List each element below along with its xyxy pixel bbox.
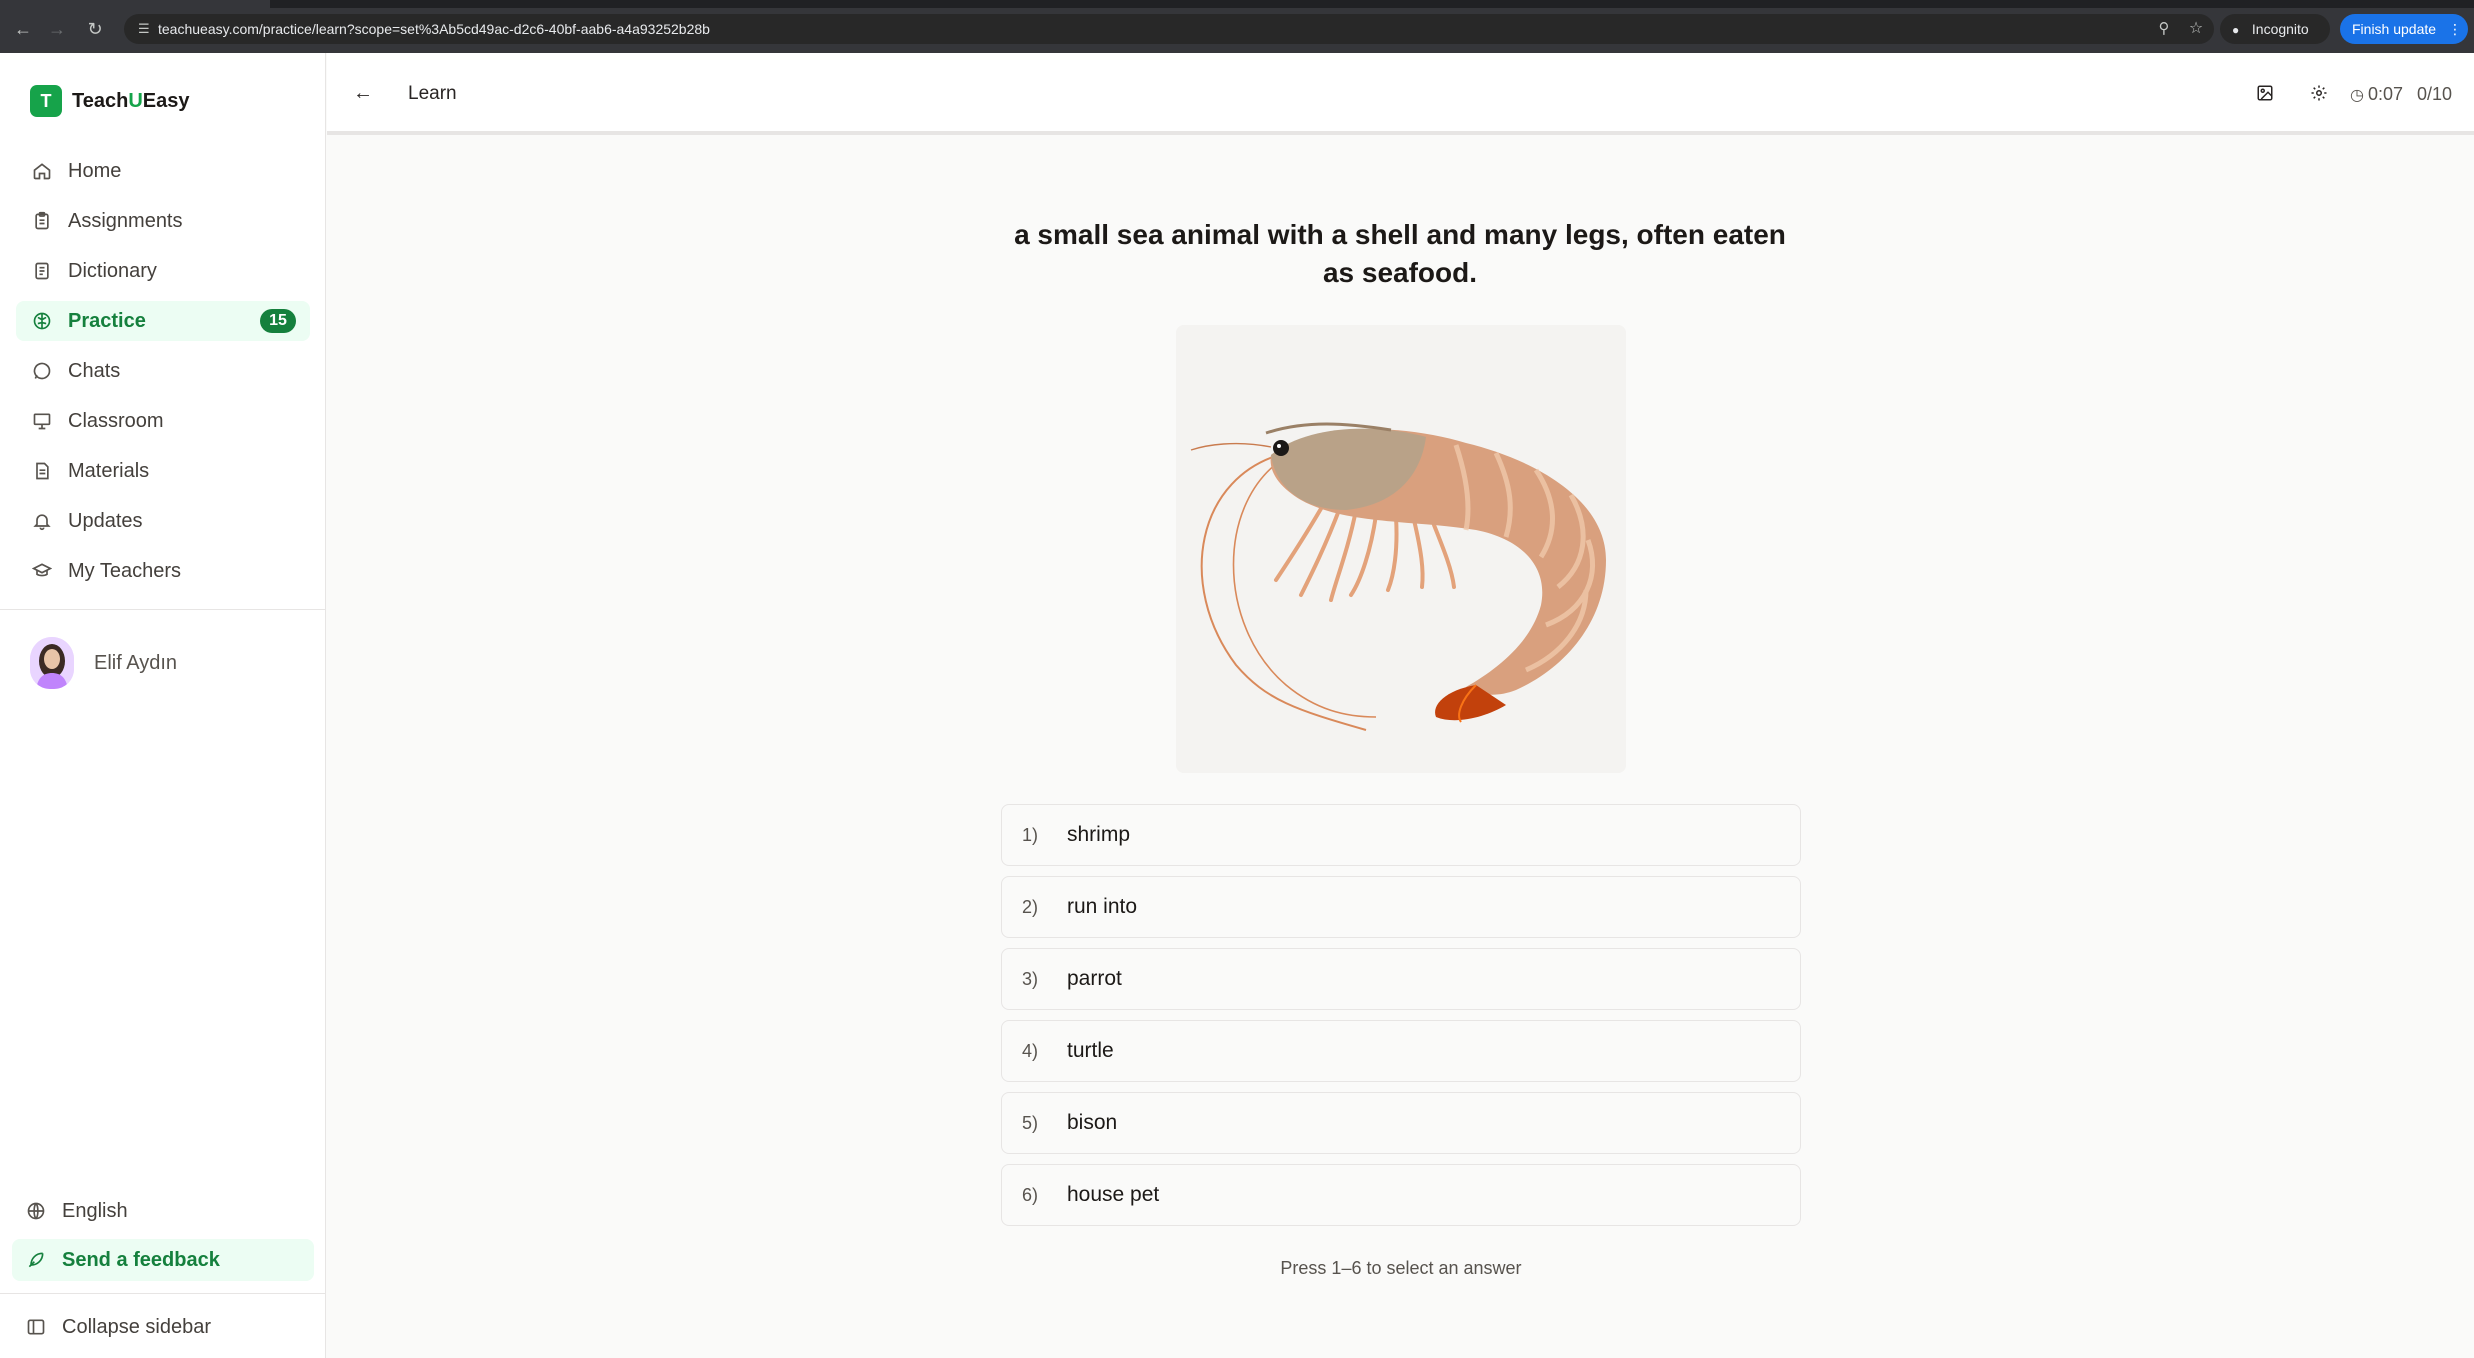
home-icon <box>30 159 54 183</box>
avatar <box>30 637 74 689</box>
zoom-icon[interactable]: ⚲ <box>2154 19 2174 39</box>
sidebar-item-assignments[interactable]: Assignments <box>16 201 310 241</box>
sidebar-item-classroom[interactable]: Classroom <box>16 401 310 441</box>
sidebar-collapse-icon <box>24 1315 48 1339</box>
answer-options: 1) shrimp 2) run into 3) parrot 4) turtl… <box>1001 804 1801 1236</box>
site-info-icon[interactable]: ☰ <box>138 21 154 37</box>
book-icon <box>30 259 54 283</box>
incognito-label: Incognito <box>2251 21 2309 37</box>
sidebar-item-label: Classroom <box>68 409 164 432</box>
progress-count: 0/10 <box>2417 84 2453 104</box>
forward-arrow-icon[interactable]: → <box>46 18 68 40</box>
answer-number: 4) <box>1022 1040 1039 1061</box>
sidebar-divider <box>0 1293 326 1294</box>
answer-number: 6) <box>1022 1184 1039 1205</box>
reload-icon[interactable]: ↻ <box>84 18 106 40</box>
finish-update-label: Finish update <box>2352 21 2437 37</box>
sidebar-item-home[interactable]: Home <box>16 151 310 191</box>
practice-count-badge: 15 <box>260 309 296 333</box>
answer-option-6[interactable]: 6) house pet <box>1001 1164 1801 1226</box>
answer-text: shrimp <box>1067 823 1131 846</box>
bookmark-star-icon[interactable]: ☆ <box>2186 19 2206 39</box>
timer-value: 0:07 <box>2367 84 2404 104</box>
learn-topbar: ← Learn ◷ 0:07 0/10 <box>327 53 2474 135</box>
sidebar-divider <box>0 609 326 610</box>
timer: ◷ 0:07 <box>2350 53 2403 137</box>
language-selector[interactable]: English <box>12 1190 314 1232</box>
address-bar[interactable]: ☰ teachueasy.com/practice/learn?scope=se… <box>124 14 2214 44</box>
answer-text: house pet <box>1067 1183 1160 1206</box>
sidebar-item-practice[interactable]: Practice 15 <box>16 301 310 341</box>
user-profile[interactable]: Elif Aydın <box>30 635 177 691</box>
sidebar-item-label: Home <box>68 159 122 182</box>
send-feedback-label: Send a feedback <box>62 1248 220 1271</box>
question-prompt: a small sea animal with a shell and many… <box>1014 219 1786 288</box>
user-name: Elif Aydın <box>94 651 178 674</box>
globe-icon <box>24 1199 48 1223</box>
brand[interactable]: T TeachUEasy <box>30 85 190 117</box>
send-feedback-button[interactable]: Send a feedback <box>12 1239 314 1281</box>
graduation-cap-icon <box>30 559 54 583</box>
feather-icon <box>24 1248 48 1272</box>
sidebar-nav: Home Assignments Dictionary Practice 15 … <box>16 151 310 601</box>
back-arrow-icon[interactable]: ← <box>351 81 375 105</box>
settings-gear-icon[interactable] <box>2307 81 2331 105</box>
sidebar: T TeachUEasy Home Assignments Dictionary… <box>0 53 326 1358</box>
answer-number: 1) <box>1022 824 1039 845</box>
answer-text: parrot <box>1067 967 1122 990</box>
answer-number: 2) <box>1022 896 1039 917</box>
answer-text: run into <box>1067 895 1138 918</box>
kebab-menu-icon: ⋮ <box>2448 21 2462 37</box>
document-icon <box>30 459 54 483</box>
image-toggle-icon[interactable] <box>2253 81 2277 105</box>
clock-icon: ◷ <box>2350 87 2364 104</box>
question-image <box>1176 325 1626 773</box>
url-text: teachueasy.com/practice/learn?scope=set%… <box>158 21 710 37</box>
brand-name-part: Easy <box>142 89 190 112</box>
page-title: Learn <box>408 83 457 104</box>
answer-text: turtle <box>1067 1039 1114 1062</box>
collapse-sidebar-button[interactable]: Collapse sidebar <box>12 1306 314 1348</box>
answer-option-3[interactable]: 3) parrot <box>1001 948 1801 1010</box>
answer-option-1[interactable]: 1) shrimp <box>1001 804 1801 866</box>
sidebar-item-chats[interactable]: Chats <box>16 351 310 391</box>
presentation-icon <box>30 409 54 433</box>
answer-number: 5) <box>1022 1112 1039 1133</box>
sidebar-item-label: Chats <box>68 359 121 382</box>
sidebar-item-label: Assignments <box>68 209 183 232</box>
sidebar-item-label: Dictionary <box>68 259 157 282</box>
brand-name-accent: U <box>128 89 143 112</box>
sidebar-item-label: Updates <box>68 509 143 532</box>
sidebar-item-updates[interactable]: Updates <box>16 501 310 541</box>
brand-name-part: Teach <box>72 89 129 112</box>
active-tab[interactable] <box>0 0 270 8</box>
answer-option-2[interactable]: 2) run into <box>1001 876 1801 938</box>
answer-text: bison <box>1067 1111 1118 1134</box>
sidebar-item-materials[interactable]: Materials <box>16 451 310 491</box>
clipboard-icon <box>30 209 54 233</box>
brain-icon <box>30 309 54 333</box>
incognito-indicator[interactable]: ● Incognito <box>2220 14 2330 44</box>
incognito-icon: ● <box>2232 23 2240 37</box>
sidebar-item-label: Practice <box>68 309 146 332</box>
collapse-sidebar-label: Collapse sidebar <box>62 1315 211 1338</box>
sidebar-item-dictionary[interactable]: Dictionary <box>16 251 310 291</box>
tab-strip <box>0 0 2474 8</box>
bell-icon <box>30 509 54 533</box>
sidebar-item-label: Materials <box>68 459 150 482</box>
finish-update-button[interactable]: Finish update ⋮ <box>2340 14 2468 44</box>
chat-bubble-icon <box>30 359 54 383</box>
brand-name: TeachUEasy <box>72 90 190 113</box>
browser-chrome: ← → ↻ ☰ teachueasy.com/practice/learn?sc… <box>0 0 2474 53</box>
answer-number: 3) <box>1022 968 1039 989</box>
answer-option-5[interactable]: 5) bison <box>1001 1092 1801 1154</box>
sidebar-item-my-teachers[interactable]: My Teachers <box>16 551 310 591</box>
sidebar-item-label: My Teachers <box>68 559 182 582</box>
keyboard-hint: Press 1–6 to select an answer <box>1280 1258 1522 1278</box>
answer-option-4[interactable]: 4) turtle <box>1001 1020 1801 1082</box>
language-label: English <box>62 1199 128 1222</box>
back-arrow-icon[interactable]: ← <box>12 18 34 40</box>
brand-logo: T <box>30 85 62 117</box>
